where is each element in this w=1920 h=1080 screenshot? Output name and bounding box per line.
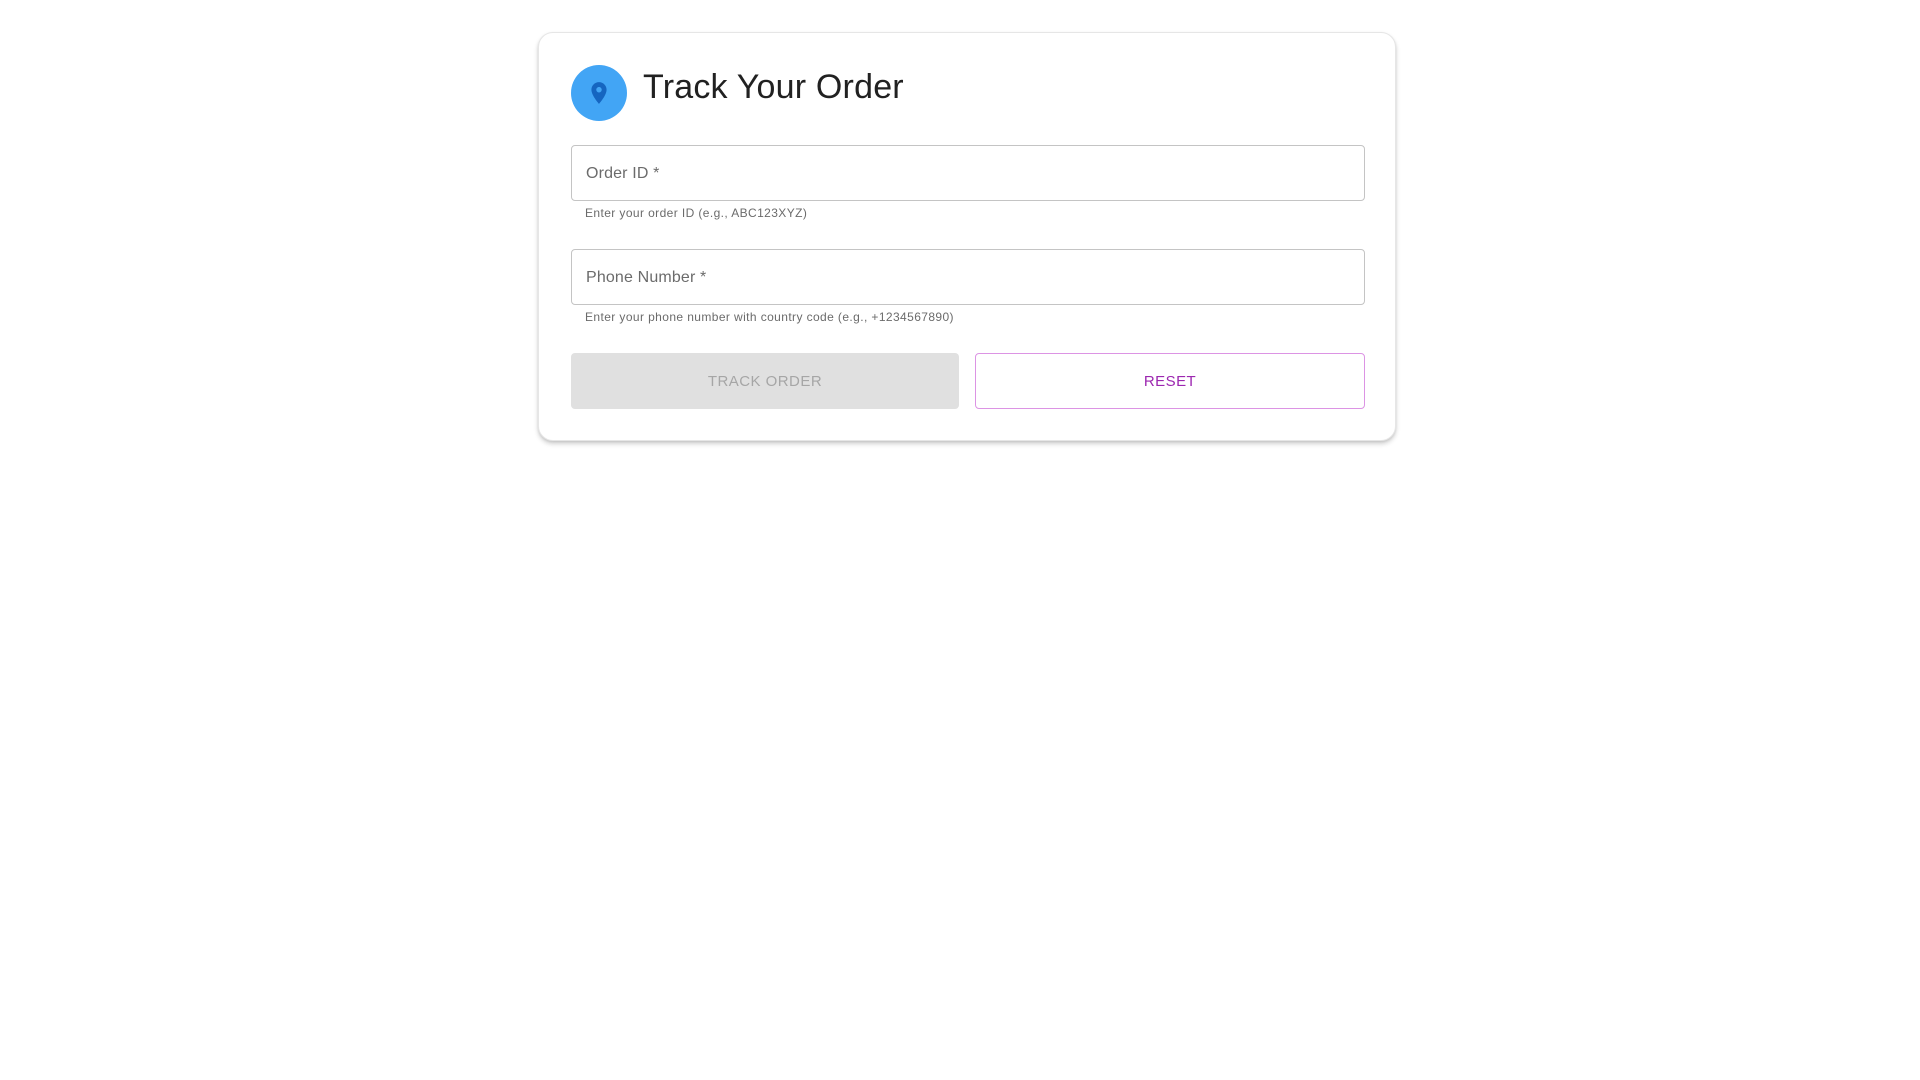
phone-number-helper-text: Enter your phone number with country cod… bbox=[585, 310, 954, 324]
form-actions: Track Order Reset bbox=[571, 353, 1365, 409]
order-id-input[interactable] bbox=[572, 146, 1364, 200]
page-title: Track Your Order bbox=[643, 68, 904, 106]
card-header: Track Your Order bbox=[571, 65, 904, 121]
order-id-input-box[interactable]: Order ID * bbox=[571, 145, 1365, 201]
track-order-card: Track Your Order Order ID * Enter your o… bbox=[538, 32, 1396, 441]
order-id-field: Order ID * Enter your order ID (e.g., AB… bbox=[571, 145, 1365, 220]
location-pin-icon bbox=[591, 82, 607, 104]
location-avatar bbox=[571, 65, 627, 121]
reset-button[interactable]: Reset bbox=[975, 353, 1365, 409]
phone-number-input[interactable] bbox=[572, 250, 1364, 304]
order-id-helper-text: Enter your order ID (e.g., ABC123XYZ) bbox=[585, 206, 808, 220]
phone-number-input-box[interactable]: Phone Number * bbox=[571, 249, 1365, 305]
phone-number-field: Phone Number * Enter your phone number w… bbox=[571, 249, 1365, 324]
track-order-button[interactable]: Track Order bbox=[571, 353, 959, 409]
